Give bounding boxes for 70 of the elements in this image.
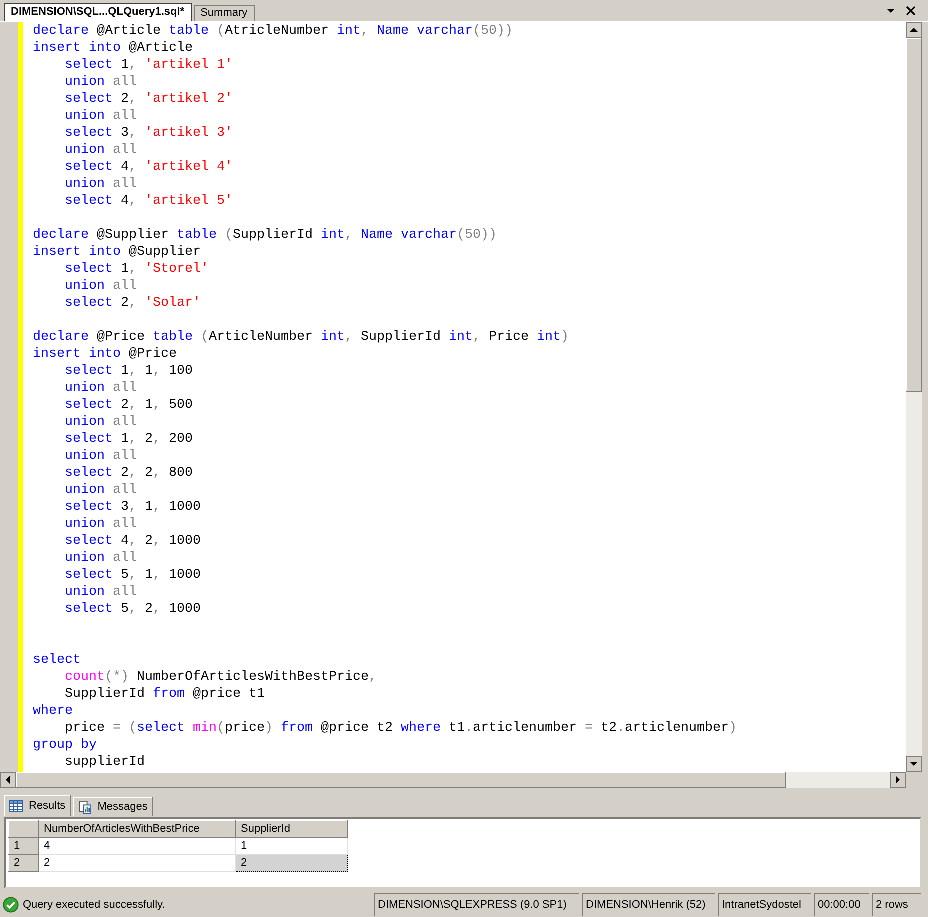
code-line: select 5, 1, 1000	[64, 566, 201, 584]
code-line: union all	[64, 108, 137, 125]
scroll-left-icon[interactable]	[0, 772, 16, 788]
code-line: SupplierId from @price t1	[64, 686, 265, 703]
table-cell[interactable]: 2	[38, 854, 236, 872]
code-line: select 3, 1, 1000	[64, 498, 201, 516]
code-line: union all	[64, 74, 137, 91]
code-line: select 1, 'Storel'	[64, 260, 209, 278]
code-line: select 4, 2, 1000	[64, 532, 201, 550]
table-cell[interactable]: 2	[236, 854, 348, 872]
code-line: union all	[64, 142, 137, 159]
grid-icon	[9, 800, 23, 813]
code-line: union all	[64, 482, 137, 499]
code-line: select	[33, 652, 81, 669]
results-tab[interactable]: Messages	[72, 797, 153, 816]
code-line: union all	[64, 550, 137, 567]
code-line: select 2, 'Solar'	[64, 294, 201, 312]
code-line: select 1, 2, 200	[64, 430, 193, 448]
column-header[interactable]: SupplierId	[236, 820, 348, 838]
code-line: union all	[64, 516, 137, 533]
code-line: union all	[64, 448, 137, 465]
horizontal-scrollbar[interactable]	[0, 772, 906, 788]
row-header[interactable]: 1	[8, 838, 38, 855]
code-line: where	[33, 702, 73, 720]
code-line: insert into @Supplier	[33, 244, 201, 261]
code-line: union all	[64, 278, 137, 295]
code-line: select 2, 2, 800	[64, 464, 193, 482]
code-line: union all	[64, 380, 137, 397]
scrollbar-thumb[interactable]	[16, 772, 786, 788]
code-line: union all	[64, 176, 137, 193]
document-tab[interactable]: Summary	[194, 4, 255, 21]
document-icon	[78, 800, 92, 814]
code-line: select 2, 1, 500	[64, 396, 193, 414]
code-line: price = (select min(price) from @price t2 where t1.articlenumber = t2.articlenumber)	[64, 720, 737, 737]
success-icon	[3, 897, 19, 914]
row-header[interactable]: 2	[8, 854, 38, 872]
user-name: DIMENSION\Henrik (52)	[582, 893, 716, 917]
scroll-up-icon[interactable]	[906, 22, 922, 38]
elapsed-time: 00:00:00	[814, 893, 870, 917]
table-cell[interactable]: 4	[38, 838, 236, 855]
code-line: insert into @Article	[33, 40, 193, 57]
scrollbar-thumb[interactable]	[906, 38, 922, 392]
code-line: select 1, 1, 100	[64, 362, 193, 380]
code-line: count(*) NumberOfArticlesWithBestPrice,	[64, 668, 377, 686]
code-line: declare @Supplier table (SupplierId int, Name varchar(50))	[33, 226, 497, 244]
database-name: IntranetSydostel	[718, 893, 812, 917]
code-line: union all	[64, 584, 137, 601]
status-message: Query executed successfully.	[23, 899, 166, 912]
code-line: select 2, 'artikel 2'	[64, 90, 233, 108]
code-line: declare @Price table (ArticleNumber int, SupplierId int, Price int)	[33, 328, 569, 346]
row-count: 2 rows	[872, 893, 922, 917]
vertical-scrollbar[interactable]	[906, 22, 922, 772]
scroll-right-icon[interactable]	[890, 772, 906, 788]
code-line: select 3, 'artikel 3'	[64, 124, 233, 142]
code-line: group by	[33, 736, 97, 754]
code-line: select 1, 'artikel 1'	[64, 56, 233, 74]
code-line: supplierId	[64, 754, 145, 771]
code-line: insert into @Price	[33, 346, 177, 363]
code-line: select 4, 'artikel 4'	[64, 158, 233, 176]
scroll-down-icon[interactable]	[906, 756, 922, 772]
column-header[interactable]: NumberOfArticlesWithBestPrice	[38, 820, 236, 838]
close-icon[interactable]	[905, 4, 917, 17]
table-cell[interactable]: 1	[236, 838, 348, 855]
code-line: select 5, 2, 1000	[64, 600, 201, 618]
server-name: DIMENSION\SQLEXPRESS (9.0 SP1)	[374, 893, 580, 917]
code-line: union all	[64, 414, 137, 431]
code-line: declare @Article table (AtricleNumber int, Name varchar(50))	[33, 22, 513, 40]
results-tab[interactable]: Results	[4, 795, 71, 816]
code-line: select 4, 'artikel 5'	[64, 192, 233, 210]
document-tab[interactable]: DIMENSION\SQL...QLQuery1.sql*	[4, 2, 192, 21]
